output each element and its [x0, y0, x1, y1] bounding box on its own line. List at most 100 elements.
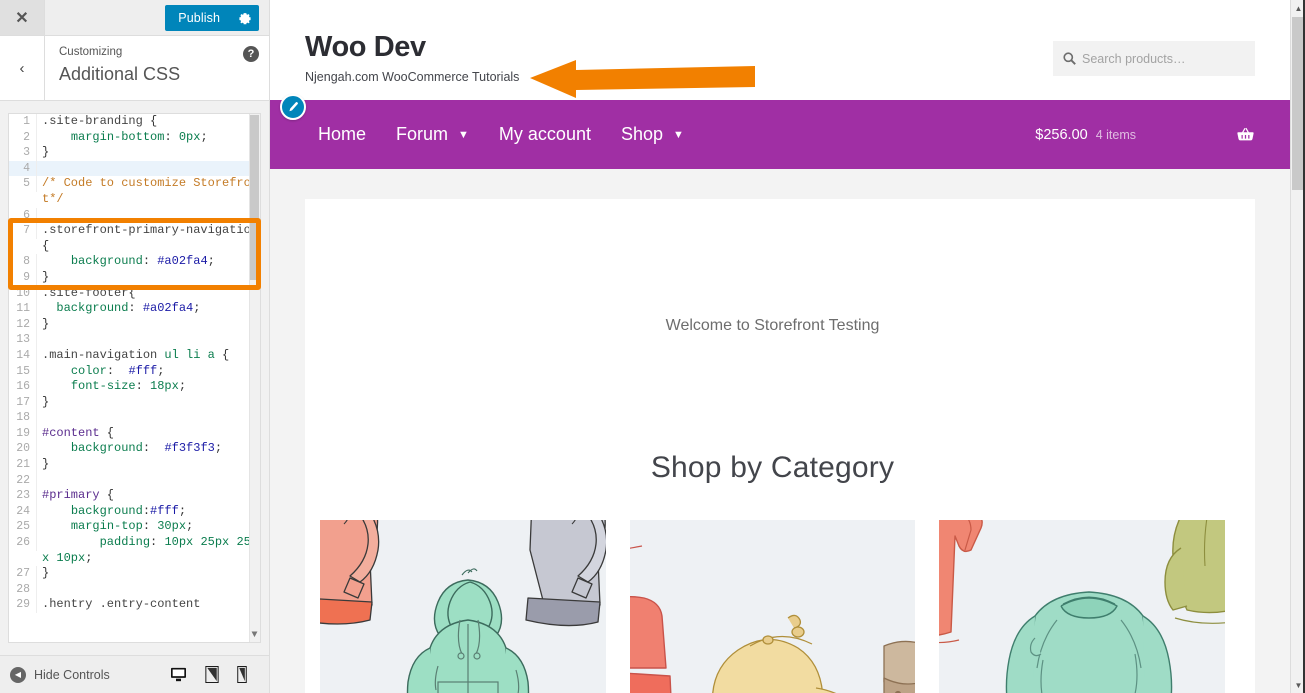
code-line[interactable]: 2 margin-bottom: 0px;	[9, 129, 260, 146]
code-line[interactable]: 8 background: #a02fa4;	[9, 254, 260, 270]
category-card-accessories[interactable]	[629, 520, 916, 693]
code-text[interactable]	[37, 582, 260, 598]
hide-controls-label: Hide Controls	[34, 667, 110, 682]
nav-item-shop[interactable]: Shop ▼	[621, 124, 714, 145]
search-products-field[interactable]: Search products…	[1053, 41, 1255, 76]
scroll-down-caret-icon[interactable]: ▼	[249, 628, 260, 642]
code-text[interactable]: margin-bottom: 0px;	[37, 130, 260, 146]
chevron-down-icon[interactable]: ▼	[458, 129, 469, 141]
code-text[interactable]: background:#fff;	[37, 504, 260, 520]
code-text[interactable]: .storefront-primary-navigation {	[37, 223, 260, 254]
code-line[interactable]: 1 .site-branding {	[9, 114, 260, 130]
close-icon[interactable]: ✕	[0, 0, 45, 35]
code-line[interactable]: 14 .main-navigation ul li a {	[9, 347, 260, 364]
hide-controls-button[interactable]: ◀ Hide Controls	[10, 666, 110, 683]
code-token: background	[42, 441, 143, 456]
cart-summary[interactable]: $256.00 4 items	[1035, 126, 1255, 144]
category-card-hoodies[interactable]	[320, 520, 606, 693]
code-line[interactable]: 11 background: #a02fa4;	[9, 301, 260, 317]
code-text[interactable]: padding: 10px 25px 25px 10px;	[37, 535, 260, 566]
code-line[interactable]: 22	[9, 472, 260, 489]
code-text[interactable]: background: #f3f3f3;	[37, 441, 260, 457]
code-text[interactable]: }	[37, 457, 260, 473]
code-token: 0px	[178, 129, 201, 144]
code-text[interactable]: .site-footer{	[37, 286, 260, 302]
code-token: ;	[186, 519, 194, 534]
code-text[interactable]	[37, 160, 260, 177]
code-line[interactable]: 23 #primary {	[9, 488, 260, 504]
code-line[interactable]: 7 .storefront-primary-navigation {	[9, 223, 260, 254]
nav-item-forum[interactable]: Forum ▼	[396, 124, 499, 145]
code-line[interactable]: 27}	[9, 566, 260, 582]
code-token: #fff	[128, 363, 158, 378]
code-text[interactable]: #primary {	[37, 488, 260, 504]
code-text[interactable]: }	[37, 270, 260, 286]
code-text[interactable]	[37, 332, 260, 348]
code-text[interactable]	[37, 473, 260, 489]
pencil-edit-icon[interactable]	[280, 94, 306, 120]
code-line[interactable]: 6	[9, 207, 260, 224]
line-number: 18	[9, 410, 37, 426]
code-lines-container[interactable]: 1 .site-branding {2 margin-bottom: 0px; 3}…	[9, 114, 260, 613]
desktop-preview-icon[interactable]	[170, 666, 187, 683]
basket-icon[interactable]	[1236, 126, 1255, 144]
code-line[interactable]: 5 /* Code to customize Storefront*/	[9, 176, 260, 207]
nav-item-my-account[interactable]: My account	[499, 124, 621, 145]
code-token: background	[42, 301, 129, 316]
code-line[interactable]: 19 #content {	[9, 425, 260, 442]
chevron-down-icon[interactable]: ▼	[673, 129, 684, 141]
code-text[interactable]	[37, 410, 260, 426]
code-line[interactable]: 9}	[9, 269, 260, 286]
css-code-editor[interactable]: 1 .site-branding {2 margin-bottom: 0px; 3}…	[8, 113, 261, 643]
code-text[interactable]: }	[37, 145, 260, 161]
code-text[interactable]: #content {	[37, 426, 260, 442]
code-text[interactable]: .hentry .entry-content	[37, 597, 260, 613]
code-text[interactable]: color: #fff;	[37, 364, 260, 380]
code-line[interactable]: 10 .site-footer{	[9, 285, 260, 302]
gear-icon[interactable]	[231, 5, 259, 31]
code-token: ;	[178, 503, 187, 518]
code-line[interactable]: 12}	[9, 316, 260, 333]
code-line[interactable]: 24 background:#fff;	[9, 503, 260, 520]
code-line[interactable]: 3}	[9, 145, 260, 161]
code-line[interactable]: 28	[9, 581, 260, 598]
search-icon	[1063, 52, 1076, 65]
code-token: ;	[200, 129, 208, 144]
back-chevron-icon[interactable]: ‹	[0, 36, 45, 100]
editor-scrollbar[interactable]: ▲ ▼	[249, 114, 260, 642]
code-text[interactable]: background: #a02fa4;	[37, 254, 260, 270]
code-text[interactable]: margin-top: 30px;	[37, 519, 260, 535]
code-text[interactable]: }	[37, 317, 260, 333]
tablet-preview-icon[interactable]	[205, 666, 219, 683]
code-line[interactable]: 4	[9, 160, 260, 177]
editor-scroll-thumb[interactable]	[250, 115, 259, 280]
code-line[interactable]: 29 .hentry .entry-content	[9, 597, 260, 613]
code-text[interactable]: /* Code to customize Storefront*/	[37, 176, 260, 207]
code-line[interactable]: 13	[9, 332, 260, 348]
panel-titles: Customizing Additional CSS ?	[45, 36, 269, 100]
code-text[interactable]: }	[37, 395, 260, 411]
code-text[interactable]: .site-branding {	[37, 114, 260, 130]
code-line[interactable]: 21}	[9, 457, 260, 473]
code-line[interactable]: 15 color: #fff;	[9, 363, 260, 380]
code-line[interactable]: 20 background: #f3f3f3;	[9, 441, 260, 458]
code-line[interactable]: 25 margin-top: 30px;	[9, 519, 260, 536]
code-text[interactable]: font-size: 18px;	[37, 379, 260, 395]
code-line[interactable]: 17}	[9, 394, 260, 411]
code-token: {	[42, 238, 50, 253]
code-text[interactable]: }	[37, 566, 260, 582]
code-token: }	[42, 457, 50, 472]
code-line[interactable]: 26 padding: 10px 25px 25px 10px;	[9, 535, 260, 566]
category-card-tshirts[interactable]	[939, 520, 1226, 693]
code-text[interactable]: .main-navigation ul li a {	[37, 348, 260, 364]
code-line[interactable]: 16 font-size: 18px;	[9, 379, 260, 395]
mobile-preview-icon[interactable]	[237, 666, 247, 683]
code-token: font-size	[42, 379, 136, 394]
code-text[interactable]	[37, 208, 260, 224]
nav-item-home[interactable]: Home	[305, 124, 396, 145]
welcome-message: Welcome to Storefront Testing	[665, 317, 880, 334]
code-line[interactable]: 18	[9, 410, 260, 426]
code-text[interactable]: background: #a02fa4;	[37, 301, 260, 317]
publish-button[interactable]: Publish	[165, 5, 231, 31]
help-icon[interactable]: ?	[243, 46, 259, 62]
